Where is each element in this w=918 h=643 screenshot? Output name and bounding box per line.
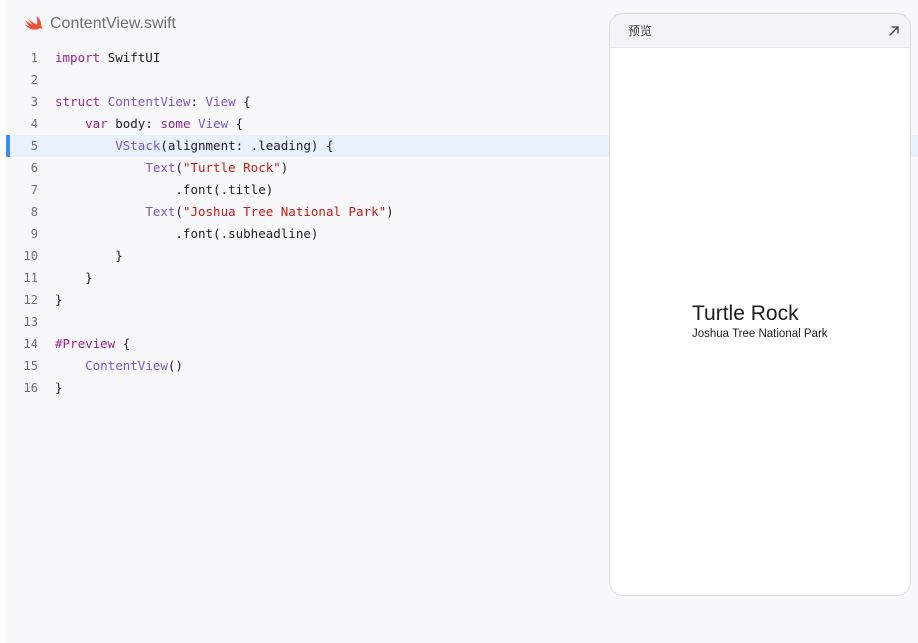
expand-arrow-icon[interactable] (887, 24, 901, 38)
file-name[interactable]: ContentView.swift (50, 15, 176, 33)
code-token: } (55, 380, 63, 395)
code-text: var body: some View { (55, 113, 243, 135)
line-number: 5 (30, 139, 38, 153)
preview-canvas: Turtle Rock Joshua Tree National Park (610, 48, 910, 595)
code-token: } (55, 248, 123, 263)
swift-logo-icon (24, 16, 43, 30)
code-text: .font(.title) (55, 179, 273, 201)
code-token: () (167, 358, 183, 373)
code-token: .font(.title) (55, 182, 274, 197)
preview-text-subtitle: Joshua Tree National Park (692, 328, 828, 340)
line-number: 13 (23, 315, 38, 329)
code-token: .font(.subheadline) (55, 226, 319, 241)
line-number: 8 (30, 205, 38, 219)
preview-vstack: Turtle Rock Joshua Tree National Park (692, 302, 828, 342)
code-text: } (55, 267, 93, 289)
line-number: 11 (23, 271, 38, 285)
code-token: some (160, 116, 191, 131)
code-token: VStack (115, 138, 161, 153)
code-token: ) (386, 204, 394, 219)
file-header: ContentView.swift (24, 14, 176, 34)
code-token: : (190, 94, 206, 109)
code-token: SwiftUI (100, 50, 161, 65)
code-token: } (55, 292, 63, 307)
code-text: } (55, 245, 123, 267)
line-number: 7 (30, 183, 38, 197)
code-text: ContentView() (55, 355, 183, 377)
preview-text-title: Turtle Rock (692, 302, 799, 325)
code-token: { (115, 336, 131, 351)
code-token: import (55, 50, 101, 65)
line-number: 10 (23, 249, 38, 263)
code-token: body: (107, 116, 161, 131)
code-token: ( (175, 160, 183, 175)
preview-title: 预览 (628, 24, 653, 38)
code-text: } (55, 289, 63, 311)
code-text: VStack(alignment: .leading) { (55, 135, 333, 157)
line-number: 2 (30, 73, 38, 87)
code-token: var (85, 116, 108, 131)
code-token: (alignment: .leading) { (160, 138, 334, 153)
code-text: struct ContentView: View { (55, 91, 251, 113)
code-token: } (55, 270, 93, 285)
code-token: struct (55, 94, 101, 109)
line-number: 9 (30, 227, 38, 241)
code-token: Text (145, 160, 176, 175)
code-text: Text("Joshua Tree National Park") (55, 201, 394, 223)
line-number: 6 (30, 161, 38, 175)
code-token: { (235, 94, 251, 109)
line-number: 1 (30, 51, 38, 65)
line-number: 3 (30, 95, 38, 109)
code-token: { (228, 116, 244, 131)
code-token: "Joshua Tree National Park" (182, 204, 387, 219)
code-token: #Preview (55, 336, 116, 351)
preview-header: 预览 (610, 14, 910, 48)
preview-panel: 预览 Turtle Rock Joshua Tree National Park (609, 13, 911, 596)
code-text: import SwiftUI (55, 47, 160, 69)
code-token: View (198, 116, 229, 131)
line-number: 4 (30, 117, 38, 131)
code-text: } (55, 377, 63, 399)
code-token: ) (280, 160, 289, 175)
code-text: .font(.subheadline) (55, 223, 318, 245)
code-token: View (205, 94, 236, 109)
code-token: ( (175, 204, 183, 219)
code-text: #Preview { (55, 333, 130, 355)
code-token: "Turtle Rock" (182, 160, 281, 175)
code-text: Text("Turtle Rock") (55, 157, 288, 179)
line-number: 14 (23, 337, 38, 351)
line-number: 16 (23, 381, 38, 395)
line-number: 15 (23, 359, 38, 373)
code-token: ContentView (85, 358, 168, 373)
line-number: 12 (23, 293, 38, 307)
code-token: Text (145, 204, 176, 219)
code-token: ContentView (107, 94, 191, 109)
